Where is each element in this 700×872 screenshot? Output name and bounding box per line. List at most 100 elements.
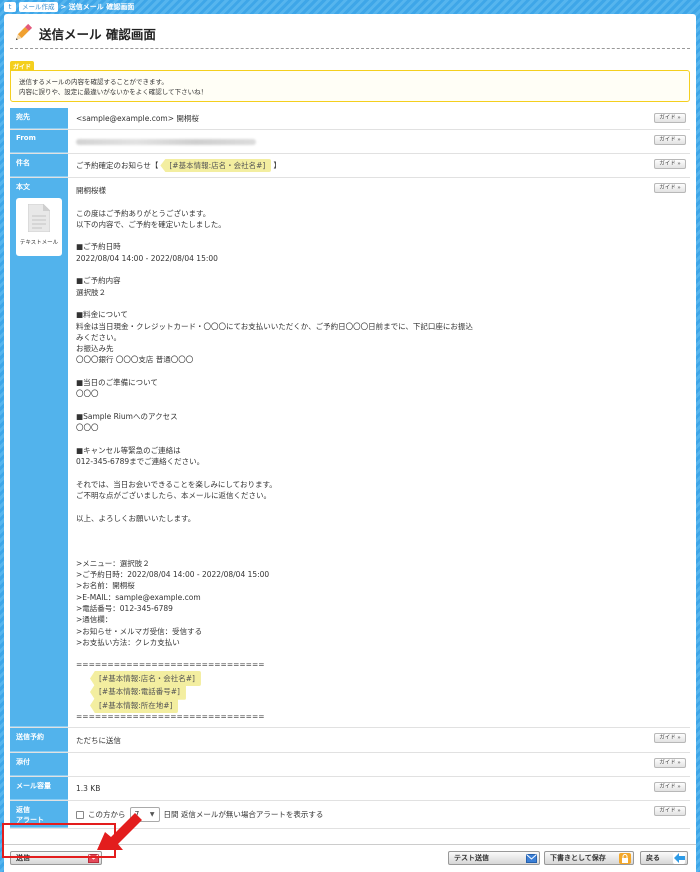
body-line: >ご予約日時：2022/08/04 14:00 - 2022/08/04 15:… <box>76 570 270 580</box>
body-line <box>76 547 650 558</box>
page-title: 送信メール 確認画面 <box>39 26 156 42</box>
schedule-row: 送信予約 ただちに送信 ガイド » <box>10 728 690 753</box>
body-line: >お知らせ・メルマガ受信：受信する <box>76 626 203 636</box>
schedule-text: ただちに送信 <box>76 735 121 745</box>
title-divider <box>10 48 690 49</box>
body-line: 料金は当日現金・クレジットカード・〇〇〇にてお支払いいただくか、ご予約日〇〇〇日… <box>76 321 473 331</box>
alert-label: 返信 アラート <box>10 801 68 828</box>
body-line: >E-MAIL：sample@example.com <box>76 592 201 602</box>
attachment-guide-button[interactable]: ガイド » <box>654 758 686 768</box>
body-guide-button[interactable]: ガイド » <box>654 183 686 193</box>
body-line: ■キャンセル等緊急のご連絡は <box>76 445 181 455</box>
document-icon <box>28 204 50 232</box>
save-draft-button[interactable]: 下書きとして保存 <box>544 851 634 865</box>
body-line: >電話番号：012-345-6789 <box>76 603 173 613</box>
body-line: 以下の内容で、ご予約を確定いたしました。 <box>76 219 226 229</box>
body-line: 以上、よろしくお願いいたします。 <box>76 513 196 523</box>
schedule-guide-button[interactable]: ガイド » <box>654 733 686 743</box>
body-row: 本文 テキストメール 開桐桜様 この度はご予約ありがとうございます。 以下の内容で、… <box>10 178 690 728</box>
body-line <box>76 230 650 241</box>
body-placeholder-tag: [#基本情報:店名・会社名#] <box>90 670 201 687</box>
body-line: ご不明な点がございましたら、本メールに返信ください。 <box>76 491 271 501</box>
subject-placeholder-tag: [#基本情報:店名・会社名#] <box>160 159 272 172</box>
attachment-label: 添付 <box>10 753 68 776</box>
guide-line: 内容に誤りや、設定に最違いがないかをよく確認して下さいね！ <box>19 88 208 96</box>
guide-line: 送信するメールの内容を確認することができます。 <box>19 78 168 86</box>
body-line: みください。 <box>76 332 121 342</box>
send-button[interactable]: 送信 <box>10 851 102 865</box>
breadcrumb-parent-link[interactable]: メール作成 <box>19 2 58 12</box>
save-draft-label: 下書きとして保存 <box>550 854 606 862</box>
test-send-button[interactable]: テスト送信 <box>448 851 540 865</box>
from-address-blurred <box>76 138 256 145</box>
body-line: 選択肢２ <box>76 287 106 297</box>
body-line <box>76 298 650 309</box>
mail-confirm-form: 宛先 <sample@example.com> 開桐桜 ガイド » From ガ… <box>10 108 690 829</box>
body-line: >お支払い方法：クレカ支払い <box>76 637 180 647</box>
alert-label-line: アラート <box>16 816 44 824</box>
breadcrumb-current: > 送信メール 確認画面 <box>60 3 135 11</box>
main-panel: 送信メール 確認画面 ガイド 送信するメールの内容を確認することができます。 内… <box>4 14 696 872</box>
body-line: それでは、当日お会いできることを楽しみにしております。 <box>76 479 277 489</box>
pencil-icon <box>15 23 33 41</box>
body-line: >お名前：開桐桜 <box>76 581 135 591</box>
alert-checkbox[interactable] <box>76 810 84 819</box>
body-tag-line: [#基本情報:店名・会社名#] <box>76 670 650 687</box>
title-row: 送信メール 確認画面 <box>12 22 156 44</box>
body-line: ■ご予約日時 <box>76 242 121 252</box>
body-placeholder-tag: [#基本情報:電話番号#] <box>90 684 186 700</box>
body-placeholder-tag: [#基本情報:所在地#] <box>90 697 179 714</box>
subject-row: 件名 ご予約確定のお知らせ【 [#基本情報:店名・会社名#] 】 ガイド » <box>10 154 690 178</box>
size-guide-button[interactable]: ガイド » <box>654 782 686 792</box>
from-guide-button[interactable]: ガイド » <box>654 135 686 145</box>
alert-label-line: 返信 <box>16 806 30 814</box>
subject-label: 件名 <box>10 154 68 177</box>
chevron-down-icon: ▼ <box>149 811 155 818</box>
body-line <box>76 264 650 275</box>
size-text: 1.3 KB <box>76 784 101 793</box>
body-line <box>76 524 650 535</box>
body-label-text: 本文 <box>16 183 30 191</box>
body-line <box>76 535 650 546</box>
body-line <box>76 366 650 377</box>
body-content: 開桐桜様 この度はご予約ありがとうございます。 以下の内容で、ご予約を確定いたしまし… <box>68 178 690 727</box>
size-value: 1.3 KB ガイド » <box>68 777 690 800</box>
subject-value: ご予約確定のお知らせ【 [#基本情報:店名・会社名#] 】 ガイド » <box>68 154 690 177</box>
home-icon[interactable]: t <box>4 2 16 12</box>
arrow-left-icon <box>673 852 685 864</box>
body-text: 開桐桜様 この度はご予約ありがとうございます。 以下の内容で、ご予約を確定いたしまし… <box>76 185 650 671</box>
back-button[interactable]: 戻る <box>640 851 688 865</box>
body-line <box>76 434 650 445</box>
subject-guide-button[interactable]: ガイド » <box>654 159 686 169</box>
schedule-label: 送信予約 <box>10 728 68 752</box>
text-mail-card: テキストメール <box>16 198 62 256</box>
alert-value: この方から 7 ▼ 日間 返信メールが無い場合アラートを表示する ガイド » <box>68 801 690 828</box>
body-line <box>76 648 650 659</box>
breadcrumb: t メール作成 > 送信メール 確認画面 <box>0 0 700 14</box>
alert-guide-button[interactable]: ガイド » <box>654 806 686 816</box>
body-line: 〇〇〇 <box>76 389 99 399</box>
text-mail-label: テキストメール <box>19 240 59 246</box>
guide-box: 送信するメールの内容を確認することができます。 内容に誤りや、設定に最違いがない… <box>10 70 690 102</box>
body-line <box>76 400 650 411</box>
back-label: 戻る <box>646 854 660 862</box>
body-line: 〇〇〇銀行 〇〇〇支店 普通〇〇〇 <box>76 355 194 365</box>
body-tag-line: [#基本情報:所在地#] <box>76 697 650 714</box>
body-line: ■料金について <box>76 310 128 320</box>
from-label: From <box>10 130 68 153</box>
subject-prefix: ご予約確定のお知らせ【 <box>76 161 159 170</box>
schedule-value: ただちに送信 ガイド » <box>68 728 690 752</box>
body-line: ■ご予約内容 <box>76 276 121 286</box>
envelope-icon <box>87 853 99 864</box>
body-line: この度はご予約ありがとうございます。 <box>76 208 211 218</box>
body-line: ■Sample Riumへのアクセス <box>76 411 178 421</box>
body-line <box>76 501 650 512</box>
alert-suffix: 日間 返信メールが無い場合アラートを表示する <box>163 810 324 819</box>
test-send-label: テスト送信 <box>454 854 489 862</box>
body-line: ■当日のご準備について <box>76 378 158 388</box>
body-line <box>76 196 650 207</box>
to-row: 宛先 <sample@example.com> 開桐桜 ガイド » <box>10 108 690 130</box>
body-line: ============================== <box>76 660 265 670</box>
to-guide-button[interactable]: ガイド » <box>654 113 686 123</box>
body-line: 2022/08/04 14:00 - 2022/08/04 15:00 <box>76 253 218 263</box>
